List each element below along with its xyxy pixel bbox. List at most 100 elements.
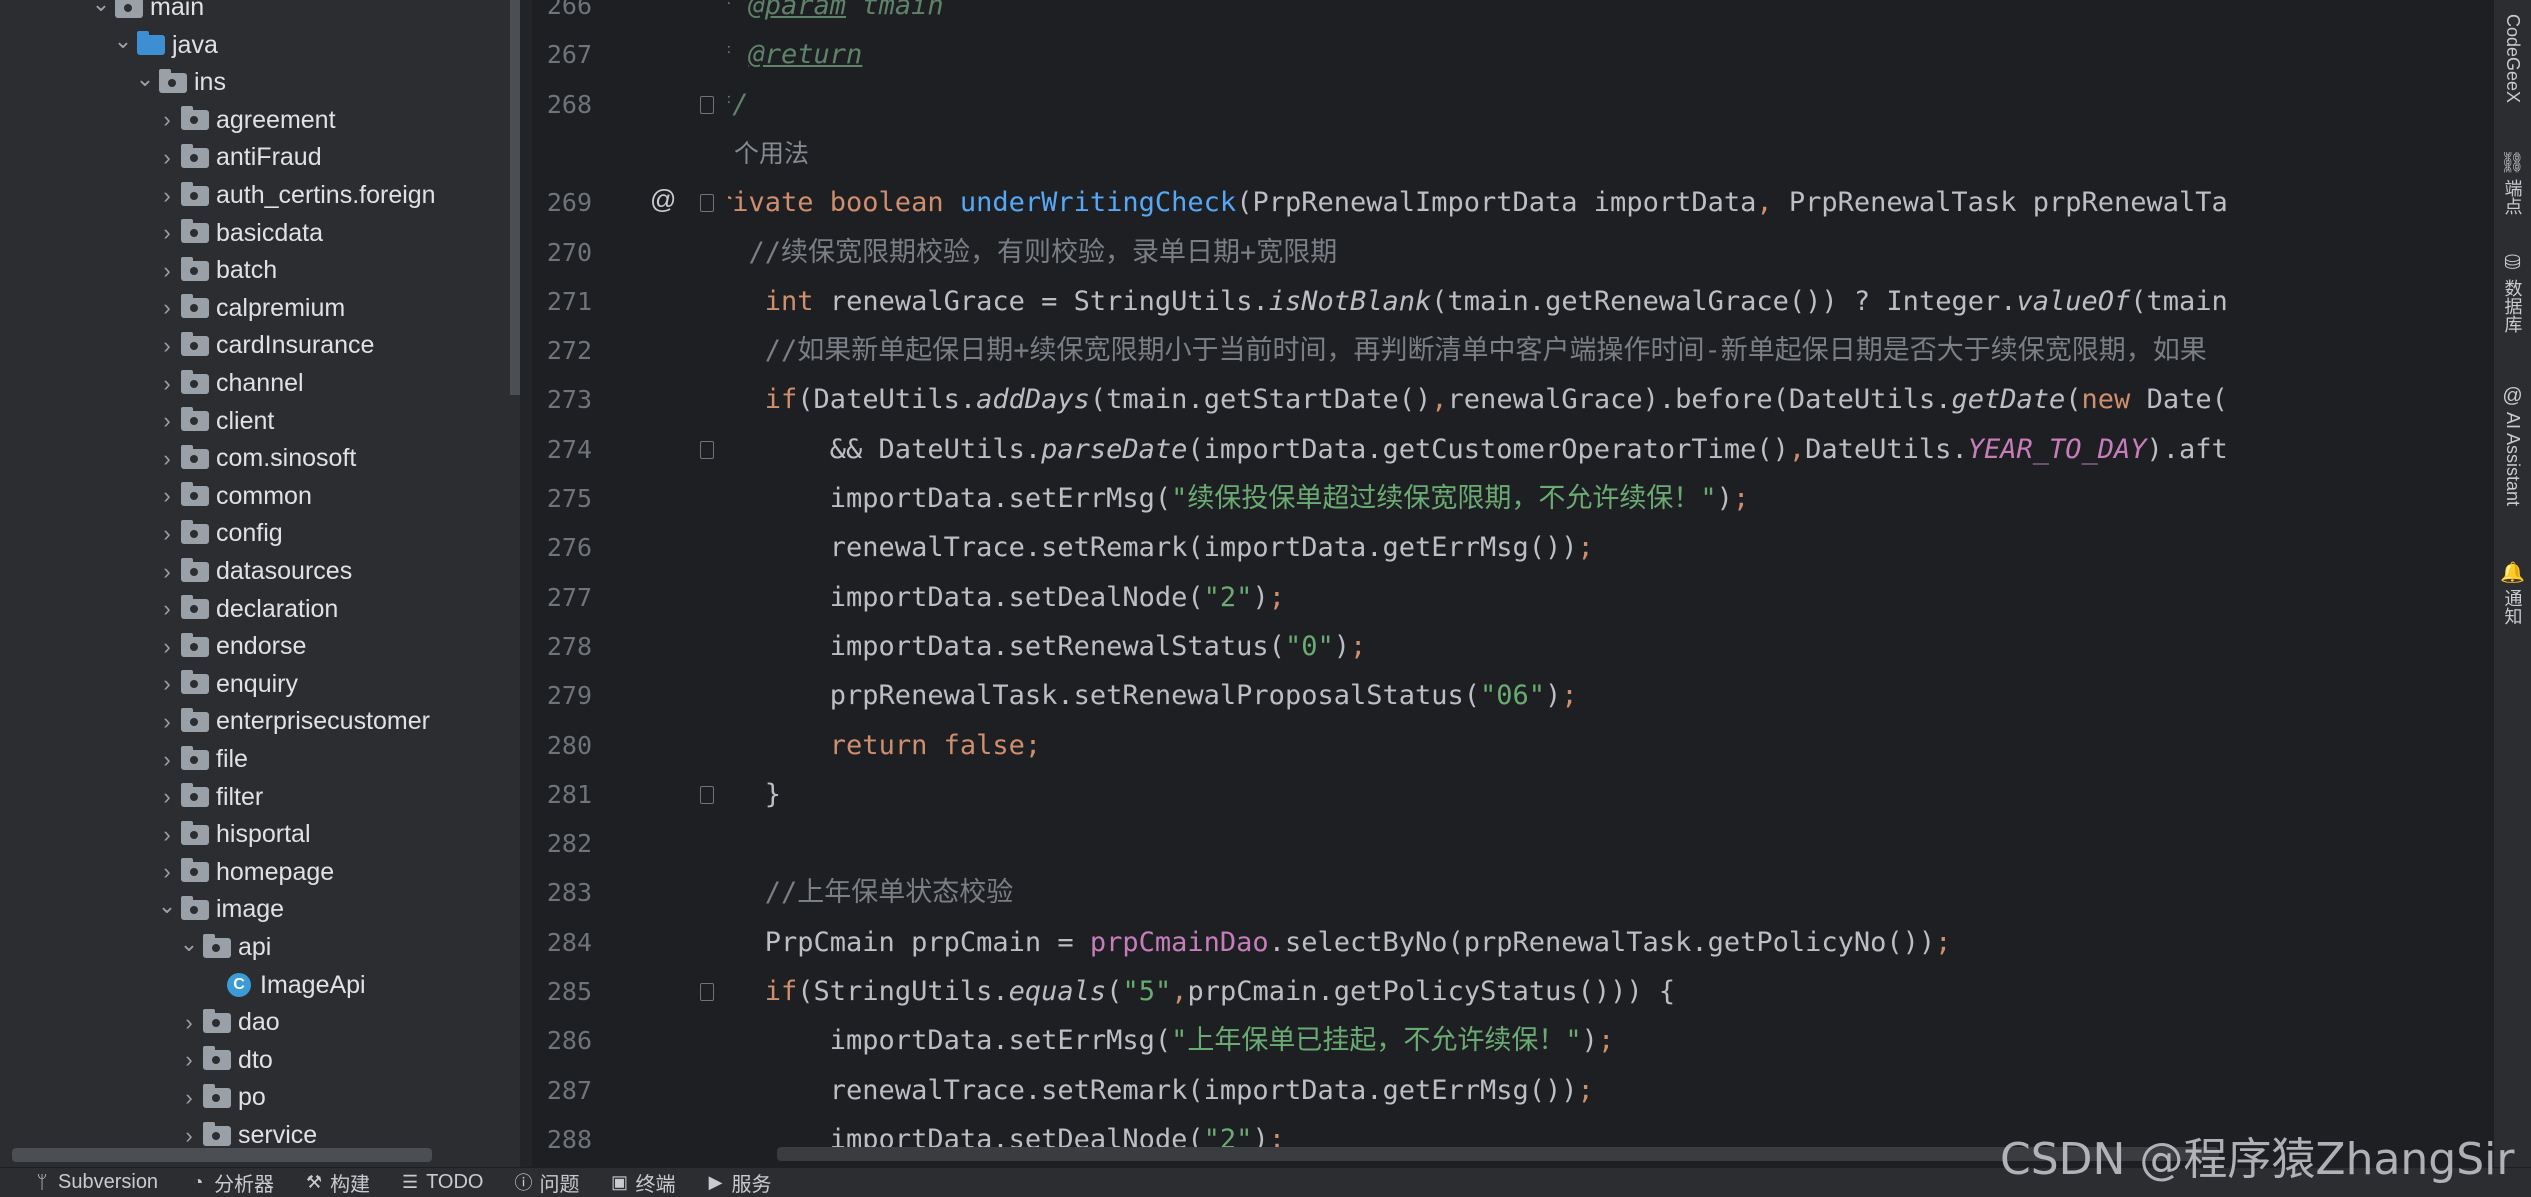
tree-item-java[interactable]: ⌄ java <box>0 27 520 64</box>
code-line[interactable]: renewalTrace.setRemark(importData.getErr… <box>728 1066 1594 1115</box>
chevron-right-icon[interactable]: › <box>154 333 180 359</box>
chevron-right-icon[interactable]: › <box>154 596 180 622</box>
chevron-right-icon[interactable]: › <box>154 784 180 810</box>
implements-marker-icon[interactable]: @ <box>650 184 676 215</box>
chevron-right-icon[interactable]: › <box>154 258 180 284</box>
tree-item-hisportal[interactable]: › hisportal <box>0 816 520 853</box>
chevron-down-icon[interactable]: ⌄ <box>110 28 136 54</box>
tool-window-subversion[interactable]: ᛘ Subversion <box>32 1171 158 1194</box>
tree-item-homepage[interactable]: › homepage <box>0 854 520 891</box>
fold-marker-icon[interactable] <box>700 983 714 1001</box>
line-number-gutter[interactable]: 266 267 268 269 @270 271 272 273 274 275 276 277 278… <box>532 0 722 1167</box>
fold-marker-icon[interactable] <box>700 95 714 114</box>
chevron-down-icon[interactable]: ⌄ <box>154 893 180 919</box>
tree-item-file[interactable]: › file <box>0 741 520 778</box>
tree-item-dto[interactable]: › dto <box>0 1042 520 1079</box>
chevron-right-icon[interactable]: › <box>154 371 180 397</box>
tree-item-endorse[interactable]: › endorse <box>0 628 520 665</box>
chevron-right-icon[interactable]: › <box>154 145 180 171</box>
chevron-down-icon[interactable]: ⌄ <box>132 66 158 92</box>
code-line[interactable]: return false; <box>728 721 1041 770</box>
tree-item-filter[interactable]: › filter <box>0 779 520 816</box>
chevron-down-icon[interactable]: ⌄ <box>176 931 202 957</box>
tree-item-cardinsurance[interactable]: › cardInsurance <box>0 327 520 364</box>
chevron-right-icon[interactable]: › <box>154 183 180 209</box>
tree-item-common[interactable]: › common <box>0 478 520 515</box>
chevron-right-icon[interactable]: › <box>154 446 180 472</box>
tool-window-数据库[interactable]: ⛁ 数据库 <box>2494 250 2531 333</box>
code-line[interactable]: //续保宽限期校验，有则校验，录单日期+宽限期 <box>728 228 1338 277</box>
tree-item-main[interactable]: ⌄ main <box>0 0 520 26</box>
code-line[interactable]: PrpCmain prpCmain = prpCmainDao.selectBy… <box>728 918 1952 967</box>
tree-item-batch[interactable]: › batch <box>0 252 520 289</box>
tree-item-client[interactable]: › client <box>0 403 520 440</box>
tree-item-dao[interactable]: › dao <box>0 1004 520 1041</box>
chevron-right-icon[interactable]: › <box>154 295 180 321</box>
chevron-right-icon[interactable]: › <box>154 709 180 735</box>
code-area[interactable]: * @param tmain* @return*/个用法rivate boole… <box>728 0 2490 1167</box>
tree-item-datasources[interactable]: › datasources <box>0 553 520 590</box>
code-line[interactable]: * @return <box>728 30 862 79</box>
code-line[interactable]: renewalTrace.setRemark(importData.getErr… <box>728 523 1594 572</box>
code-line[interactable]: importData.setErrMsg("续保投保单超过续保宽限期，不允许续保… <box>728 474 1749 523</box>
chevron-right-icon[interactable]: › <box>176 1010 202 1036</box>
tree-item-auth-certins-foreign[interactable]: › auth_certins.foreign <box>0 177 520 214</box>
code-line[interactable]: importData.setDealNode("2"); <box>728 573 1285 622</box>
project-tree[interactable]: ⌄ main ⌄ java ⌄ ins › agreement › antiFraud › auth_… <box>0 0 520 1167</box>
tree-item-enterprisecustomer[interactable]: › enterprisecustomer <box>0 703 520 740</box>
tree-item-ins[interactable]: ⌄ ins <box>0 64 520 101</box>
tool-window-端点[interactable]: ⛓ 端点 <box>2494 150 2531 215</box>
fold-marker-icon[interactable] <box>700 785 714 804</box>
code-line[interactable]: prpRenewalTask.setRenewalProposalStatus(… <box>728 671 1578 720</box>
tool-window-problems[interactable]: ⓘ 问题 <box>513 1168 579 1197</box>
code-line[interactable]: if(StringUtils.equals("5",prpCmain.getPo… <box>728 967 1675 1016</box>
chevron-right-icon[interactable]: › <box>176 1123 202 1149</box>
code-line[interactable]: * @param tmain <box>728 0 944 30</box>
code-line[interactable]: importData.setRenewalStatus("0"); <box>728 622 1366 671</box>
chevron-right-icon[interactable]: › <box>154 559 180 585</box>
code-line[interactable]: importData.setErrMsg("上年保单已挂起，不允许续保！"); <box>728 1016 1614 1065</box>
tool-window-通知[interactable]: 🔔 通知 <box>2494 560 2531 625</box>
tree-item-declaration[interactable]: › declaration <box>0 591 520 628</box>
tree-item-config[interactable]: › config <box>0 515 520 552</box>
code-line[interactable]: if(DateUtils.addDays(tmain.getStartDate(… <box>728 375 2228 424</box>
chevron-right-icon[interactable]: › <box>154 747 180 773</box>
fold-marker-icon[interactable] <box>700 194 714 213</box>
tree-item-image[interactable]: ⌄ image <box>0 891 520 928</box>
tool-window-services[interactable]: ▶ 服务 <box>705 1168 772 1197</box>
tool-window-todo-list[interactable]: ☰ TODO <box>400 1171 484 1194</box>
code-line[interactable]: 个用法 <box>734 129 809 178</box>
fold-marker-icon[interactable] <box>700 440 714 459</box>
panel-splitter[interactable] <box>520 0 532 1167</box>
tool-window-ai-assistant[interactable]: @ AI Assistant <box>2494 385 2531 506</box>
tree-item-calpremium[interactable]: › calpremium <box>0 290 520 327</box>
code-line[interactable]: int renewalGrace = StringUtils.isNotBlan… <box>728 277 2228 326</box>
code-editor[interactable]: 266 267 268 269 @270 271 272 273 274 275 276 277 278… <box>532 0 2494 1167</box>
chevron-right-icon[interactable]: › <box>154 822 180 848</box>
chevron-right-icon[interactable]: › <box>154 107 180 133</box>
chevron-right-icon[interactable]: › <box>154 220 180 246</box>
tool-window-profiler[interactable]: ◔ 分析器 <box>188 1168 274 1197</box>
tool-window-codegeex[interactable]: CodeGeeX <box>2494 14 2531 103</box>
tree-item-com-sinosoft[interactable]: › com.sinosoft <box>0 440 520 477</box>
chevron-right-icon[interactable]: › <box>154 859 180 885</box>
code-line[interactable]: } <box>728 770 781 819</box>
tree-item-api[interactable]: ⌄ api <box>0 929 520 966</box>
code-line[interactable]: */ <box>728 80 749 129</box>
tree-item-imageapi[interactable]: C ImageApi <box>0 967 520 1004</box>
tree-item-basicdata[interactable]: › basicdata <box>0 215 520 252</box>
tree-item-agreement[interactable]: › agreement <box>0 102 520 139</box>
chevron-right-icon[interactable]: › <box>154 408 180 434</box>
code-line[interactable]: //上年保单状态校验 <box>728 868 1014 917</box>
tree-horizontal-scrollbar[interactable] <box>12 1148 432 1162</box>
code-line[interactable]: rivate boolean underWritingCheck(PrpRene… <box>728 178 2228 227</box>
tree-item-channel[interactable]: › channel <box>0 365 520 402</box>
tree-vertical-scrollbar[interactable] <box>510 0 520 395</box>
chevron-right-icon[interactable]: › <box>176 1085 202 1111</box>
code-line[interactable]: //如果新单起保日期+续保宽限期小于当前时间，再判断清单中客户端操作时间-新单起… <box>728 326 2207 375</box>
tree-item-po[interactable]: › po <box>0 1079 520 1116</box>
chevron-right-icon[interactable]: › <box>176 1047 202 1073</box>
tree-item-enquiry[interactable]: › enquiry <box>0 666 520 703</box>
chevron-down-icon[interactable]: ⌄ <box>88 0 114 17</box>
tool-window-hammer[interactable]: ⚒ 构建 <box>304 1168 370 1197</box>
